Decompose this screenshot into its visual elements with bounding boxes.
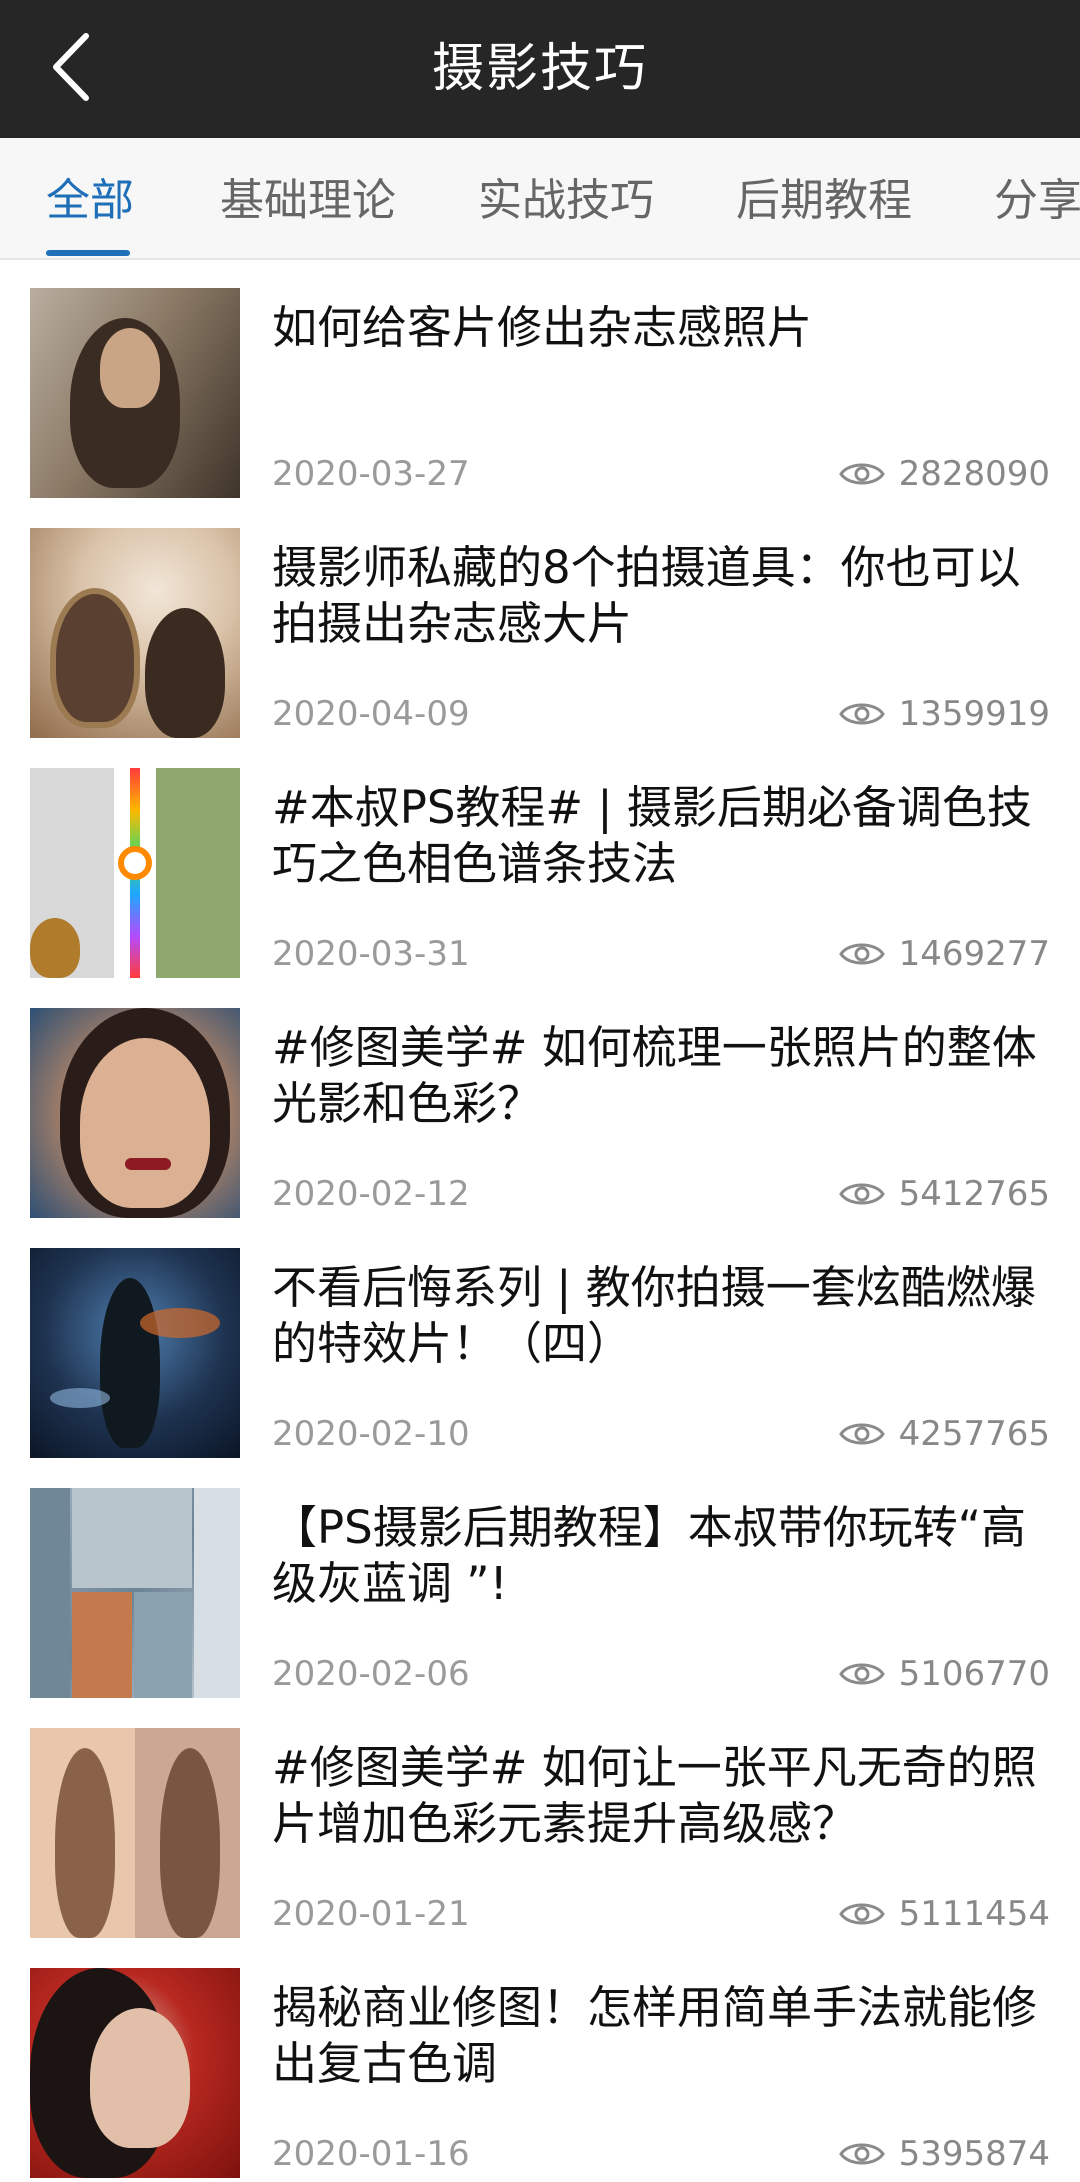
article-date: 2020-03-31 bbox=[272, 934, 470, 974]
tab-all[interactable]: 全部 bbox=[46, 138, 134, 258]
tab-post-processing[interactable]: 后期教程 bbox=[736, 138, 912, 258]
list-item[interactable]: 摄影师私藏的8个拍摄道具：你也可以拍摄出杂志感大片 2020-04-09 135… bbox=[0, 502, 1080, 742]
eye-icon bbox=[838, 1903, 885, 1925]
view-count: 5412765 bbox=[838, 1174, 1050, 1214]
list-item[interactable]: #修图美学# 如何让一张平凡无奇的照片增加色彩元素提升高级感？ 2020-01-… bbox=[0, 1702, 1080, 1942]
top-app-bar: 摄影技巧 bbox=[0, 0, 1080, 138]
eye-icon bbox=[838, 703, 885, 725]
fashion-comparison-thumbnail bbox=[30, 1728, 240, 1938]
list-item[interactable]: 揭秘商业修图！怎样用简单手法就能修出复古色调 2020-01-16 539587… bbox=[0, 1942, 1080, 2182]
tab-sharing[interactable]: 分享 bbox=[994, 138, 1080, 258]
article-title: #修图美学# 如何让一张平凡无奇的照片增加色彩元素提升高级感？ bbox=[272, 1741, 1037, 1850]
page-title: 摄影技巧 bbox=[431, 39, 648, 99]
effects-thumbnail bbox=[30, 1248, 240, 1458]
tab-basic-theory[interactable]: 基础理论 bbox=[220, 138, 396, 258]
article-title: 摄影师私藏的8个拍摄道具：你也可以拍摄出杂志感大片 bbox=[272, 541, 1021, 650]
eye-icon bbox=[838, 943, 885, 965]
list-item[interactable]: 不看后悔系列 | 教你拍摄一套炫酷燃爆的特效片！（四） 2020-02-10 4… bbox=[0, 1222, 1080, 1462]
article-date: 2020-01-21 bbox=[272, 1894, 470, 1934]
article-title: #本叔PS教程# | 摄影后期必备调色技巧之色相色谱条技法 bbox=[272, 781, 1032, 890]
article-date: 2020-03-27 bbox=[272, 454, 470, 494]
article-title: #修图美学# 如何梳理一张照片的整体光影和色彩？ bbox=[272, 1021, 1037, 1130]
article-date: 2020-01-16 bbox=[272, 2134, 470, 2174]
article-date: 2020-02-06 bbox=[272, 1654, 470, 1694]
article-date: 2020-04-09 bbox=[272, 694, 470, 734]
eye-icon bbox=[838, 1663, 885, 1685]
eye-icon bbox=[838, 1423, 885, 1445]
view-count: 4257765 bbox=[838, 1414, 1050, 1454]
view-count: 2828090 bbox=[838, 454, 1050, 494]
view-count: 5111454 bbox=[838, 1894, 1050, 1934]
list-item[interactable]: 【PS摄影后期教程】本叔带你玩转“高级灰蓝调 ”! 2020-02-06 510… bbox=[0, 1462, 1080, 1702]
tab-practical-tips[interactable]: 实战技巧 bbox=[478, 138, 654, 258]
city-collage-thumbnail bbox=[30, 1488, 240, 1698]
article-title: 【PS摄影后期教程】本叔带你玩转“高级灰蓝调 ”! bbox=[272, 1501, 1027, 1610]
active-tab-indicator bbox=[46, 250, 130, 256]
view-count-value: 5106770 bbox=[898, 1654, 1050, 1694]
category-tabs: 全部 基础理论 实战技巧 后期教程 分享 bbox=[0, 138, 1080, 260]
view-count: 5106770 bbox=[838, 1654, 1050, 1694]
view-count-value: 5111454 bbox=[898, 1894, 1050, 1934]
view-count-value: 1359919 bbox=[898, 694, 1050, 734]
face-portrait-thumbnail bbox=[30, 1008, 240, 1218]
view-count: 5395874 bbox=[838, 2134, 1050, 2174]
view-count-value: 2828090 bbox=[898, 454, 1050, 494]
view-count: 1469277 bbox=[838, 934, 1050, 974]
list-item[interactable]: 如何给客片修出杂志感照片 2020-03-27 2828090 bbox=[0, 262, 1080, 502]
mirror-portrait-thumbnail bbox=[30, 528, 240, 738]
list-item[interactable]: #修图美学# 如何梳理一张照片的整体光影和色彩？ 2020-02-12 5412… bbox=[0, 982, 1080, 1222]
portrait-thumbnail bbox=[30, 288, 240, 498]
view-count-value: 5395874 bbox=[898, 2134, 1050, 2174]
view-count-value: 4257765 bbox=[898, 1414, 1050, 1454]
view-count-value: 1469277 bbox=[898, 934, 1050, 974]
list-item[interactable]: #本叔PS教程# | 摄影后期必备调色技巧之色相色谱条技法 2020-03-31… bbox=[0, 742, 1080, 982]
article-title: 不看后悔系列 | 教你拍摄一套炫酷燃爆的特效片！（四） bbox=[272, 1261, 1036, 1370]
eye-icon bbox=[838, 2143, 885, 2165]
eye-icon bbox=[838, 1183, 885, 1205]
article-title: 如何给客片修出杂志感照片 bbox=[272, 301, 813, 354]
article-date: 2020-02-10 bbox=[272, 1414, 470, 1454]
article-title: 揭秘商业修图！怎样用简单手法就能修出复古色调 bbox=[272, 1981, 1038, 2090]
view-count-value: 5412765 bbox=[898, 1174, 1050, 1214]
color-spectrum-thumbnail bbox=[30, 768, 240, 978]
article-date: 2020-02-12 bbox=[272, 1174, 470, 1214]
eye-icon bbox=[838, 463, 885, 485]
view-count: 1359919 bbox=[838, 694, 1050, 734]
